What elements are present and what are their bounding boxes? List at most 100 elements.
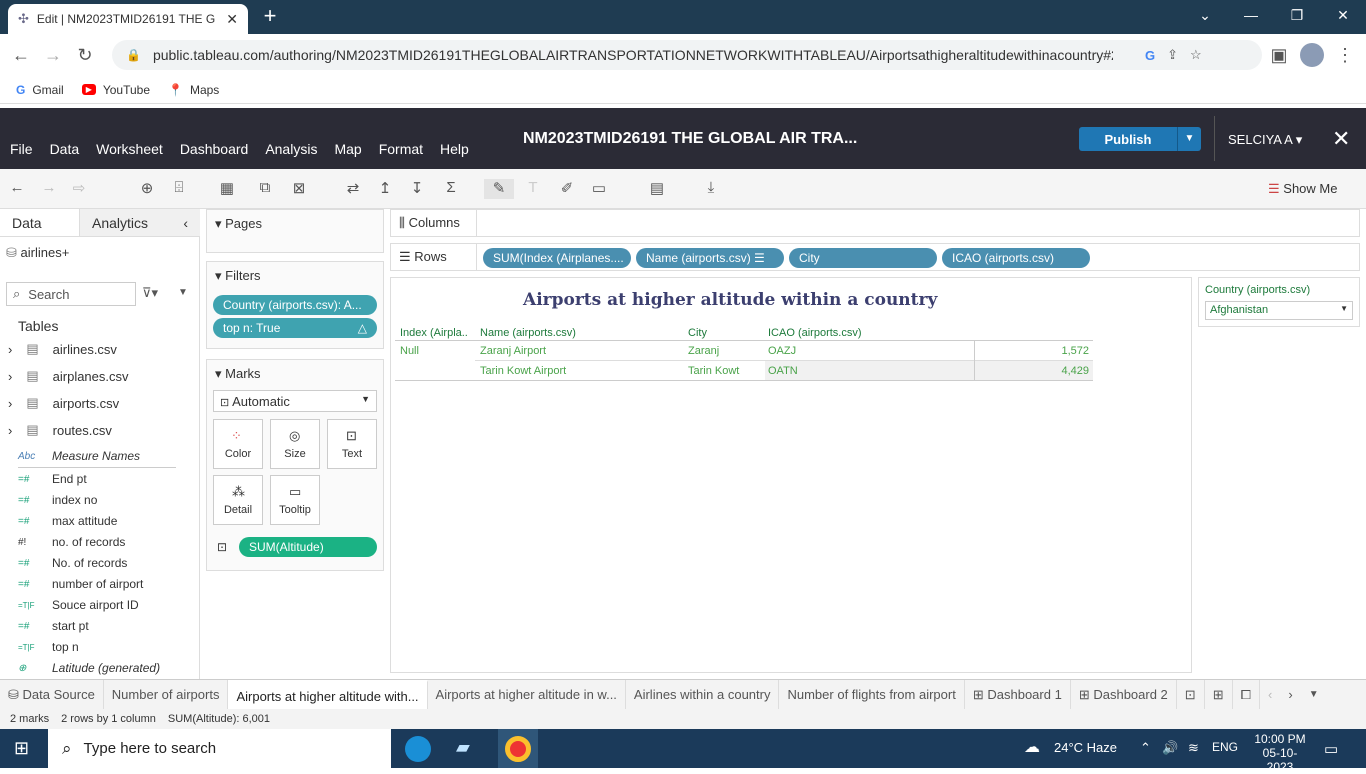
menu-file[interactable]: File — [10, 141, 33, 157]
field-top-n[interactable]: =T|F top n — [18, 640, 79, 654]
field-souce-airport-id[interactable]: =T|F Souce airport ID — [18, 598, 139, 612]
menu-dashboard[interactable]: Dashboard — [180, 141, 249, 157]
pages-card[interactable]: ▾ Pages — [206, 209, 384, 253]
header-index[interactable]: Index (Airpla.. — [400, 327, 468, 339]
field-max-attitude[interactable]: =# max attitude — [18, 514, 117, 528]
field-index-no[interactable]: =# index no — [18, 493, 97, 507]
volume-icon[interactable]: 🔊 — [1162, 740, 1178, 756]
new-datasource-icon[interactable]: ⊕ — [136, 179, 158, 199]
bookmark-youtube[interactable]: ▶ YouTube — [81, 83, 150, 97]
worksheet-view[interactable]: Airports at higher altitude within a cou… — [390, 277, 1192, 673]
dashboard-tab[interactable]: ⊞ Dashboard 1 — [965, 679, 1071, 710]
sheet-tab-active[interactable]: Airports at higher altitude with... — [228, 679, 428, 710]
index-null-cell[interactable]: Null — [400, 345, 419, 357]
menu-worksheet[interactable]: Worksheet — [96, 141, 163, 157]
marks-pill-sum-altitude[interactable]: SUM(Altitude) — [239, 537, 377, 557]
rows-pill-city[interactable]: City — [789, 248, 937, 268]
filters-card[interactable]: ▾ Filters Country (airports.csv): A... t… — [206, 261, 384, 349]
clear-sheet-icon[interactable]: ⊠ — [288, 179, 310, 199]
minimize-button[interactable]: — — [1228, 0, 1274, 30]
chevron-down-icon[interactable]: ▼ — [178, 287, 188, 298]
close-editor-icon[interactable]: ✕ — [1332, 126, 1350, 152]
table-row[interactable]: Zaranj Airport Zaranj OAZJ 1,572 — [475, 341, 1093, 361]
share-icon[interactable]: ⇪ — [1167, 47, 1178, 63]
scroll-left-icon[interactable]: ‹ — [1260, 680, 1280, 710]
menu-analysis[interactable]: Analysis — [265, 141, 317, 157]
download-icon[interactable]: ⤓ — [700, 179, 722, 199]
taskbar-search-input[interactable]: ⌕ Type here to search — [48, 729, 391, 768]
filter-pill-country[interactable]: Country (airports.csv): A... — [213, 295, 377, 315]
sort-descending-icon[interactable]: ↧ — [406, 179, 428, 199]
marks-tooltip-button[interactable]: ▭ Tooltip — [270, 475, 320, 525]
rows-pill-icao[interactable]: ICAO (airports.csv) — [942, 248, 1090, 268]
marks-text-button[interactable]: ⊡ Text — [327, 419, 377, 469]
user-menu[interactable]: SELCIYA A ▾ — [1228, 132, 1302, 148]
country-filter-dropdown[interactable]: Afghanistan ▼ — [1205, 301, 1353, 320]
expand-icon[interactable]: › — [8, 396, 12, 411]
tab-data-source[interactable]: ⛁ Data Source — [0, 679, 104, 710]
expand-icon[interactable]: › — [8, 423, 12, 438]
file-explorer-icon[interactable]: ▰ — [456, 737, 470, 758]
close-tab-icon[interactable]: ✕ — [226, 11, 238, 28]
new-tab-button[interactable]: + — [258, 4, 282, 28]
edge-icon[interactable] — [405, 736, 431, 762]
chrome-taskbar-button[interactable] — [498, 729, 538, 768]
sheet-tab[interactable]: Airports at higher altitude in w... — [428, 679, 626, 710]
sheet-tab[interactable]: Number of flights from airport — [779, 679, 965, 710]
menu-help[interactable]: Help — [440, 141, 469, 157]
sort-ascending-icon[interactable]: ↥ — [374, 179, 396, 199]
fit-icon[interactable]: ▭ — [588, 179, 610, 199]
collapse-icon[interactable]: ‹ — [183, 215, 188, 231]
table-airlines[interactable]: › ▤ airlines.csv — [8, 341, 117, 357]
marks-detail-button[interactable]: ⁂ Detail — [213, 475, 263, 525]
new-dashboard-icon[interactable]: ⊞ — [1205, 679, 1233, 710]
google-icon[interactable]: G — [1145, 48, 1155, 63]
marks-size-button[interactable]: ◎ Size — [270, 419, 320, 469]
expand-icon[interactable]: › — [8, 342, 12, 357]
bookmark-gmail[interactable]: G Gmail — [16, 83, 64, 97]
dashboard-tab[interactable]: ⊞ Dashboard 2 — [1071, 679, 1177, 710]
show-me-button[interactable]: ☰ Show Me — [1268, 181, 1337, 197]
menu-map[interactable]: Map — [334, 141, 361, 157]
table-airplanes[interactable]: › ▤ airplanes.csv — [8, 368, 129, 384]
menu-data[interactable]: Data — [50, 141, 80, 157]
totals-icon[interactable]: Σ — [440, 179, 462, 199]
side-panel-icon[interactable]: ▣ — [1266, 42, 1292, 68]
marks-color-button[interactable]: ⁘ Color — [213, 419, 263, 469]
field-no-of-records[interactable]: #! no. of records — [18, 535, 125, 549]
highlight-icon[interactable]: ✎ — [484, 179, 514, 199]
profile-avatar[interactable] — [1300, 43, 1324, 67]
header-city[interactable]: City — [688, 327, 707, 339]
bookmark-maps[interactable]: 📍 Maps — [168, 83, 219, 97]
replay-icon[interactable]: ⇨ — [68, 179, 90, 199]
table-row[interactable]: Tarin Kowt Airport Tarin Kowt OATN 4,429 — [395, 361, 1093, 381]
filter-pill-top-n[interactable]: top n: True △ — [213, 318, 377, 338]
swap-icon[interactable]: ⇄ — [342, 179, 364, 199]
browser-menu-icon[interactable]: ⋮ — [1332, 42, 1358, 68]
field-measure-names[interactable]: Abc Measure Names — [18, 449, 140, 463]
tabs-menu-icon[interactable]: ▼ — [1301, 680, 1327, 710]
windows-start-icon[interactable]: ⊞ — [14, 738, 29, 759]
header-icao[interactable]: ICAO (airports.csv) — [768, 327, 862, 339]
format-workbook-icon[interactable]: ✐ — [556, 179, 578, 199]
omnibox[interactable]: 🔒 public.tableau.com/authoring/NM2023TMI… — [112, 40, 1262, 70]
chevron-down-icon[interactable]: ▼ — [1177, 127, 1201, 151]
weather-icon[interactable]: ☁ — [1024, 737, 1040, 757]
bookmark-star-icon[interactable]: ☆ — [1190, 47, 1202, 63]
presentation-icon[interactable]: ▤ — [646, 179, 668, 199]
new-worksheet-icon[interactable]: ⊡ — [1177, 679, 1205, 710]
mark-type-select[interactable]: ⊡ Automatic ▼ — [213, 390, 377, 412]
publish-button[interactable]: Publish ▼ — [1079, 127, 1201, 151]
scroll-right-icon[interactable]: › — [1280, 680, 1300, 710]
notifications-icon[interactable]: ▭ — [1324, 740, 1338, 758]
language-indicator[interactable]: ENG — [1212, 740, 1238, 754]
forward-icon[interactable]: → — [40, 42, 66, 68]
tab-analytics[interactable]: Analytics ‹ — [80, 209, 200, 236]
datasource-item[interactable]: ⛁ airlines+ — [6, 245, 69, 261]
new-worksheet-icon[interactable]: ▦ — [216, 179, 238, 199]
table-routes[interactable]: › ▤ routes.csv — [8, 422, 112, 438]
sheet-tab[interactable]: Number of airports — [104, 679, 229, 710]
tab-search-icon[interactable]: ⌄ — [1182, 0, 1228, 30]
header-name[interactable]: Name (airports.csv) — [480, 327, 576, 339]
sheet-tab[interactable]: Airlines within a country — [626, 679, 780, 710]
